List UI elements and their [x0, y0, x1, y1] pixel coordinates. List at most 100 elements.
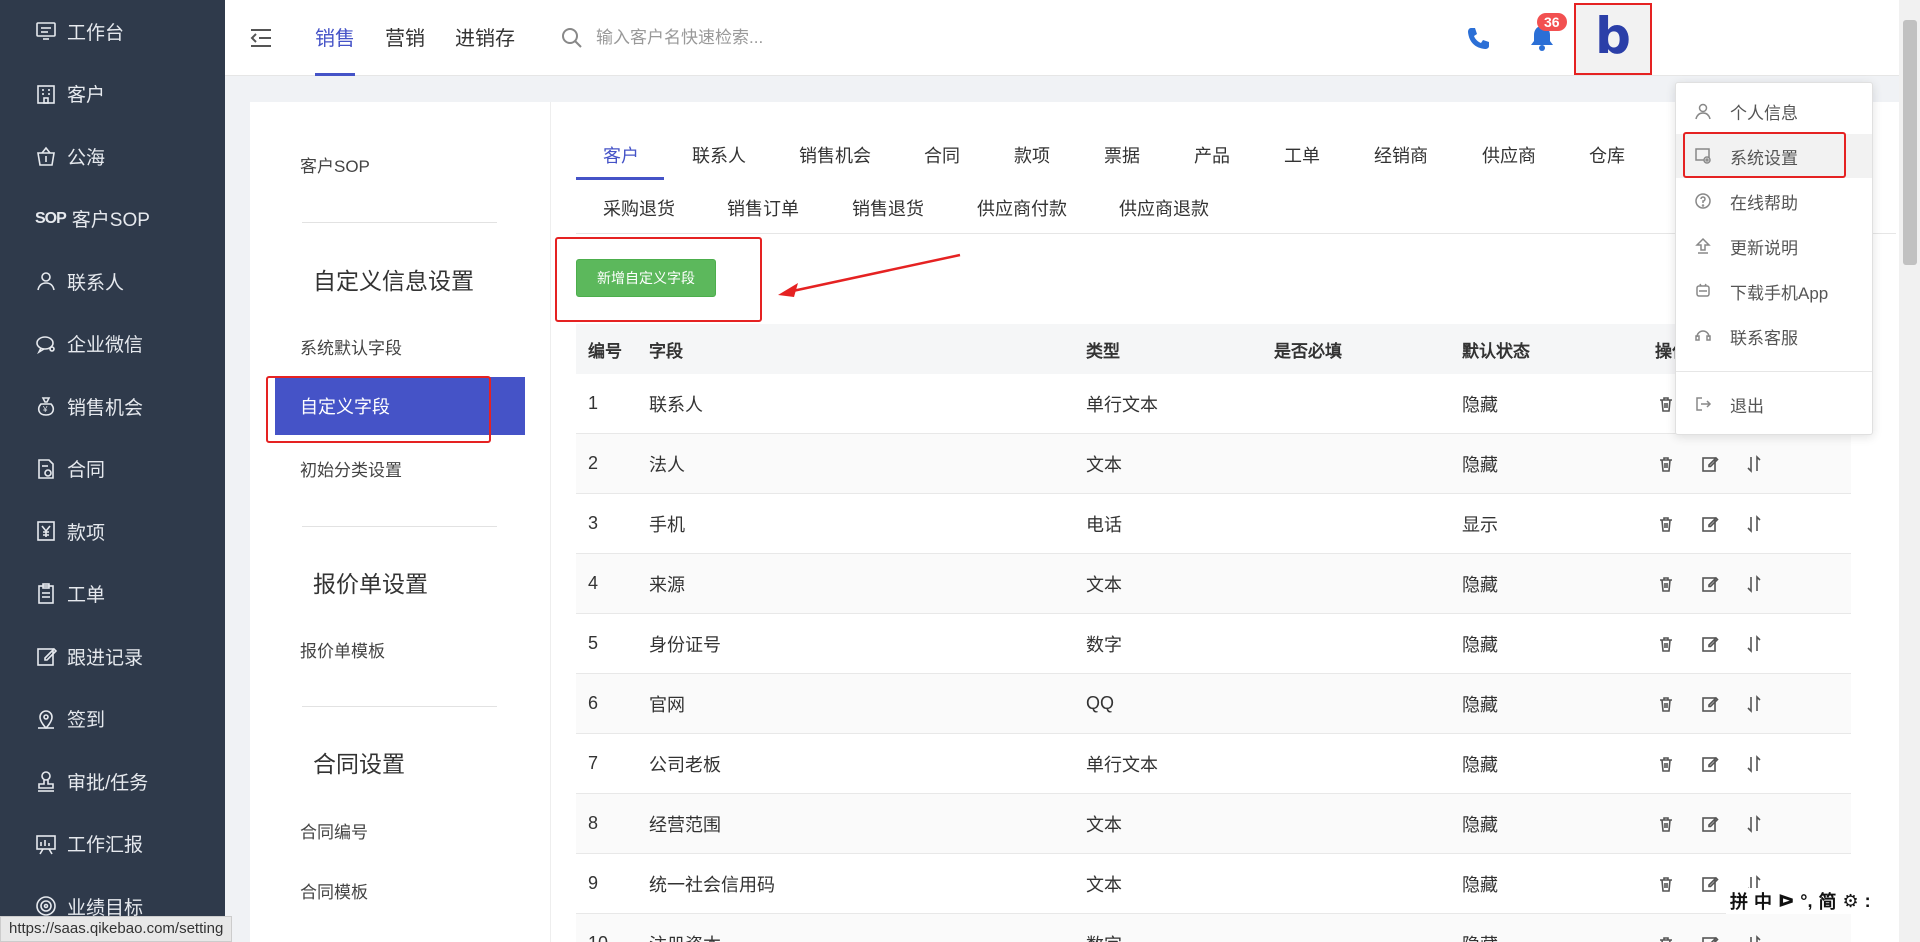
tab-work-orders[interactable]: 工单	[1284, 142, 1320, 168]
delete-icon[interactable]	[1655, 573, 1677, 595]
tab-warehouse[interactable]: 仓库	[1589, 142, 1625, 168]
edit-icon[interactable]	[1699, 873, 1721, 895]
cell-field: 统一社会信用码	[649, 874, 775, 895]
ime-chinese[interactable]: 中	[1754, 888, 1772, 914]
edit-icon[interactable]	[1699, 513, 1721, 535]
edit-icon[interactable]	[1699, 573, 1721, 595]
sort-icon[interactable]	[1743, 513, 1765, 535]
sidebar-item-contacts[interactable]: 联系人	[0, 250, 225, 313]
tab-contract[interactable]: 合同	[924, 142, 960, 168]
basket-icon	[35, 145, 57, 167]
menu-collapse-icon[interactable]	[247, 24, 275, 52]
sidebar-item-workbench[interactable]: 工作台	[0, 0, 225, 63]
edit-icon[interactable]	[1699, 933, 1721, 942]
sidebar-item-reports[interactable]: 工作汇报	[0, 813, 225, 876]
tab-suppliers[interactable]: 供应商	[1482, 142, 1536, 168]
sidebar-item-wecom[interactable]: 企业微信	[0, 313, 225, 376]
sidebar-item-follow-ups[interactable]: 跟进记录	[0, 625, 225, 688]
sidebar-item-check-in[interactable]: 签到	[0, 688, 225, 751]
sort-icon[interactable]	[1743, 813, 1765, 835]
nav-contract-number[interactable]: 合同编号	[300, 818, 368, 843]
ime-punct[interactable]: °,	[1800, 891, 1812, 912]
phone-icon[interactable]	[1463, 24, 1493, 54]
delete-icon[interactable]	[1655, 393, 1677, 415]
tab-dealers[interactable]: 经销商	[1374, 142, 1428, 168]
nav-quote-template[interactable]: 报价单模板	[300, 637, 385, 662]
edit-icon[interactable]	[1699, 753, 1721, 775]
edit-icon[interactable]	[1699, 813, 1721, 835]
sort-icon[interactable]	[1743, 633, 1765, 655]
ime-moon[interactable]: ᐅ	[1778, 891, 1794, 912]
delete-icon[interactable]	[1655, 933, 1677, 942]
edit-icon[interactable]	[1699, 453, 1721, 475]
menu-item-system-settings[interactable]: 系统设置	[1676, 134, 1872, 178]
nav-custom-fields[interactable]: 自定义字段	[275, 377, 525, 435]
sort-icon[interactable]	[1743, 753, 1765, 775]
sidebar-item-customer[interactable]: 客户	[0, 63, 225, 126]
tab-contacts[interactable]: 联系人	[692, 142, 746, 168]
nav-initial-category[interactable]: 初始分类设置	[300, 456, 402, 481]
cell-field: 公司老板	[649, 754, 721, 775]
menu-item-label: 系统设置	[1730, 148, 1798, 168]
menu-item-download-app[interactable]: 下载手机App	[1676, 269, 1872, 313]
delete-icon[interactable]	[1655, 753, 1677, 775]
sidebar-item-label: 工作台	[67, 22, 125, 44]
tab-sales-orders[interactable]: 销售订单	[727, 195, 799, 221]
sidebar-item-contract[interactable]: 合同	[0, 438, 225, 501]
menu-item-logout[interactable]: 退出	[1676, 382, 1872, 426]
cell-field: 身份证号	[649, 634, 721, 655]
sidebar-item-payments[interactable]: 款项	[0, 500, 225, 563]
ime-simplified[interactable]: 简	[1819, 888, 1837, 914]
ime-more[interactable]: :	[1865, 891, 1871, 912]
menu-item-online-help[interactable]: 在线帮助	[1676, 179, 1872, 223]
tab-invoices[interactable]: 票据	[1104, 142, 1140, 168]
tab-opportunity[interactable]: 销售机会	[799, 142, 871, 168]
add-custom-field-button[interactable]: 新增自定义字段	[576, 259, 716, 297]
cell-default-state: 显示	[1462, 514, 1498, 535]
delete-icon[interactable]	[1655, 693, 1677, 715]
tab-supplier-payments[interactable]: 供应商付款	[977, 195, 1067, 221]
delete-icon[interactable]	[1655, 633, 1677, 655]
ime-pinyin[interactable]: 拼	[1730, 888, 1748, 914]
sort-icon[interactable]	[1743, 573, 1765, 595]
delete-icon[interactable]	[1655, 873, 1677, 895]
sidebar-item-opportunities[interactable]: ¥ 销售机会	[0, 375, 225, 438]
divider	[302, 222, 497, 223]
edit-icon[interactable]	[1699, 693, 1721, 715]
edit-icon[interactable]	[1699, 633, 1721, 655]
delete-icon[interactable]	[1655, 453, 1677, 475]
tab-sales-returns[interactable]: 销售退货	[852, 195, 924, 221]
tab-payments[interactable]: 款项	[1014, 142, 1050, 168]
delete-icon[interactable]	[1655, 813, 1677, 835]
sidebar-item-approval[interactable]: 审批/任务	[0, 750, 225, 813]
tab-supplier-refunds[interactable]: 供应商退款	[1119, 195, 1209, 221]
sidebar-item-public-pool[interactable]: 公海	[0, 125, 225, 188]
tab-customer[interactable]: 客户	[603, 142, 639, 168]
tab-products[interactable]: 产品	[1194, 142, 1230, 168]
scrollbar-thumb[interactable]	[1903, 20, 1917, 265]
sidebar-item-customer-sop[interactable]: SOP 客户SOP	[0, 188, 225, 251]
menu-item-customer-service[interactable]: 联系客服	[1676, 314, 1872, 358]
avatar[interactable]: b	[1574, 3, 1652, 75]
search-input[interactable]	[596, 28, 1016, 48]
user-dropdown-menu: 个人信息 系统设置 在线帮助 更新说明 下载手机App 联系客服 退出	[1675, 82, 1873, 435]
tab-inventory[interactable]: 进销存	[455, 22, 515, 76]
sort-icon[interactable]	[1743, 453, 1765, 475]
sort-icon[interactable]	[1743, 933, 1765, 942]
tab-marketing[interactable]: 营销	[385, 22, 425, 76]
nav-customer-sop[interactable]: 客户SOP	[300, 152, 370, 177]
cell-no: 2	[588, 453, 599, 473]
tab-purchase-returns[interactable]: 采购退货	[603, 195, 675, 221]
cell-default-state: 隐藏	[1462, 814, 1498, 835]
group-title-contract: 合同设置	[313, 751, 405, 777]
menu-item-profile[interactable]: 个人信息	[1676, 89, 1872, 133]
menu-item-release-notes[interactable]: 更新说明	[1676, 224, 1872, 268]
sort-icon[interactable]	[1743, 693, 1765, 715]
ime-settings[interactable]: ⚙	[1843, 891, 1859, 912]
tab-sales[interactable]: 销售	[315, 22, 355, 76]
nav-system-default-fields[interactable]: 系统默认字段	[300, 334, 402, 359]
table-row: 8 经营范围 文本 隐藏	[576, 794, 1851, 854]
sidebar-item-work-orders[interactable]: 工单	[0, 563, 225, 626]
nav-contract-template[interactable]: 合同模板	[300, 878, 368, 903]
delete-icon[interactable]	[1655, 513, 1677, 535]
